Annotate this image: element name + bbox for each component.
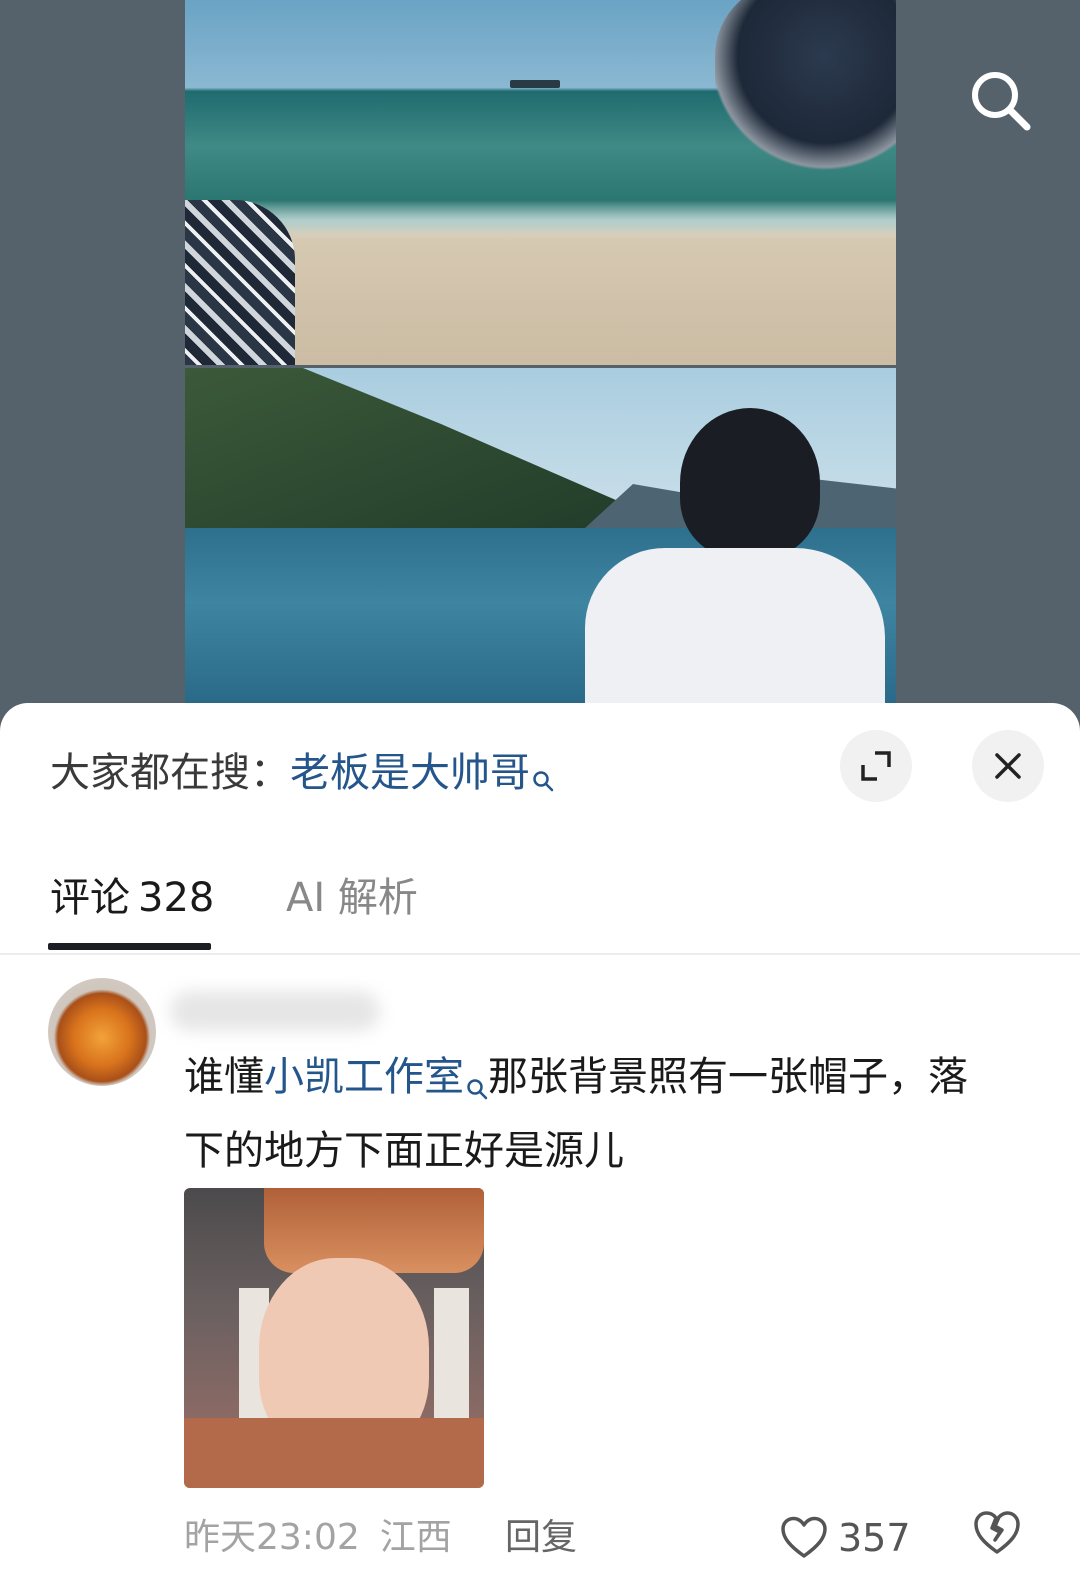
hair-shape bbox=[680, 408, 820, 558]
avatar[interactable] bbox=[48, 978, 156, 1086]
comment-sticker-image[interactable] bbox=[184, 1188, 484, 1488]
shore-foam bbox=[185, 200, 896, 240]
hot-search-bar: 大家都在搜：老板是大帅哥 bbox=[50, 743, 554, 803]
expand-button[interactable] bbox=[840, 730, 912, 802]
comment-mention-link[interactable]: 小凯工作室 bbox=[264, 1054, 464, 1100]
reply-button[interactable]: 回复 bbox=[505, 1513, 577, 1563]
tab-bar: 评论 328 AI 解析 bbox=[0, 843, 1080, 955]
comment-meta: 昨天23:02 江西 bbox=[184, 1513, 452, 1563]
like-button[interactable]: 357 bbox=[780, 1508, 911, 1568]
comment-location: 江西 bbox=[379, 1517, 452, 1558]
tab-comments-count: 328 bbox=[138, 875, 215, 921]
person-silhouette bbox=[585, 408, 885, 703]
robe-shape bbox=[184, 1418, 484, 1488]
plaid-shirt-shape bbox=[185, 200, 295, 365]
search-icon bbox=[532, 749, 554, 809]
broken-heart-icon bbox=[974, 1511, 1020, 1554]
search-button[interactable] bbox=[960, 60, 1040, 140]
hot-search-keyword[interactable]: 老板是大帅哥 bbox=[290, 750, 530, 796]
comment-time: 昨天23:02 bbox=[184, 1517, 360, 1558]
close-button[interactable] bbox=[972, 730, 1044, 802]
close-icon bbox=[995, 753, 1021, 779]
expand-icon bbox=[861, 751, 891, 781]
active-tab-indicator bbox=[48, 943, 211, 950]
heart-icon bbox=[781, 1516, 827, 1558]
comment-item: 谁懂小凯工作室 那张背景照有一张帽子，落下的地方下面正好是源儿 昨天23:02 江西… bbox=[0, 953, 1080, 1591]
shirt-shape bbox=[585, 548, 885, 703]
beach-photo[interactable] bbox=[185, 0, 896, 365]
hot-search-prefix: 大家都在搜： bbox=[50, 750, 290, 796]
search-icon bbox=[466, 1055, 488, 1119]
post-media[interactable] bbox=[185, 0, 896, 703]
dislike-button[interactable] bbox=[972, 1510, 1026, 1564]
comment-text: 谁懂小凯工作室 那张背景照有一张帽子，落下的地方下面正好是源儿 bbox=[184, 1045, 1004, 1183]
comment-text-start: 谁懂 bbox=[184, 1054, 264, 1100]
tab-comments-label: 评论 bbox=[50, 875, 130, 921]
mountain-shape bbox=[185, 368, 625, 528]
tab-comments[interactable]: 评论 328 bbox=[50, 843, 214, 953]
like-count: 357 bbox=[838, 1516, 911, 1560]
crown-shape bbox=[264, 1188, 484, 1273]
search-icon bbox=[972, 72, 1031, 131]
cap-shape bbox=[715, 0, 896, 170]
username-blurred[interactable] bbox=[170, 991, 380, 1031]
comment-sheet: 大家都在搜：老板是大帅哥 评论 328 AI 解析 谁懂小凯工作室 那张背景照有一张… bbox=[0, 703, 1080, 1591]
lake-photo[interactable] bbox=[185, 368, 896, 703]
tab-ai-analysis[interactable]: AI 解析 bbox=[286, 843, 418, 953]
ship-shape bbox=[510, 80, 560, 88]
